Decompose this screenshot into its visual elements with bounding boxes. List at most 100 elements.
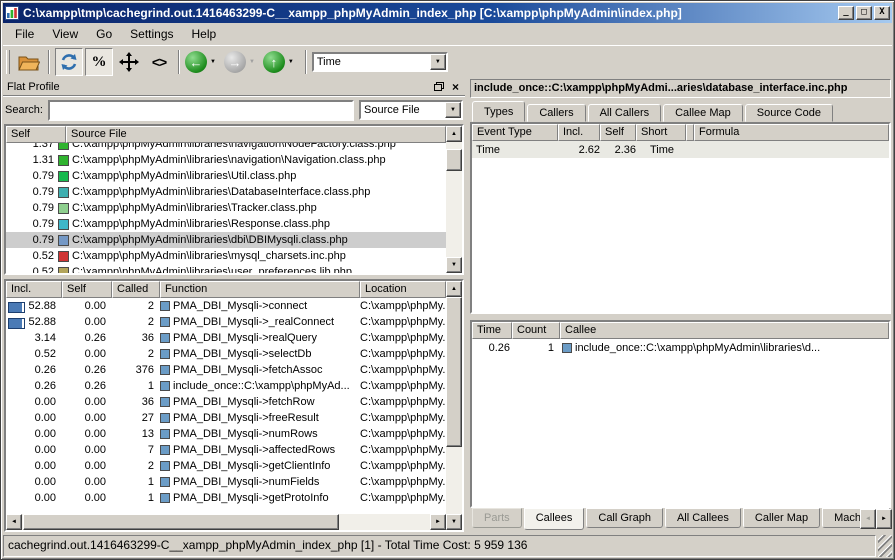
shorten-templates-button[interactable] bbox=[115, 48, 143, 76]
up-dropdown-caret-icon[interactable]: ▼ bbox=[288, 59, 294, 65]
source-file-row[interactable]: 0.79C:\xampp\phpMyAdmin\libraries\Databa… bbox=[6, 184, 446, 200]
tab-parts[interactable]: Parts bbox=[472, 508, 522, 528]
column-header-short[interactable]: Short bbox=[636, 124, 686, 141]
menu-view[interactable]: View bbox=[44, 24, 86, 44]
combobox-dropdown-icon[interactable]: ▼ bbox=[430, 54, 446, 70]
source-file-row[interactable]: 1.31C:\xampp\phpMyAdmin\libraries\naviga… bbox=[6, 152, 446, 168]
event-type-table: Event Type Incl. Self Short Formula Time… bbox=[470, 122, 891, 314]
source-table-scrollbar[interactable]: ▲ ▼ bbox=[446, 126, 462, 273]
function-row[interactable]: 0.000.0036PMA_DBI_Mysqli->fetchRowC:\xam… bbox=[6, 394, 446, 410]
column-header-incl[interactable]: Incl. bbox=[558, 124, 600, 141]
function-row[interactable]: 0.000.007PMA_DBI_Mysqli->affectedRowsC:\… bbox=[6, 442, 446, 458]
function-row[interactable]: 0.000.001PMA_DBI_Mysqli->numFieldsC:\xam… bbox=[6, 474, 446, 490]
menu-help[interactable]: Help bbox=[184, 24, 225, 44]
column-header-self[interactable]: Self bbox=[62, 281, 112, 298]
column-header-source-file[interactable]: Source File bbox=[66, 126, 446, 143]
source-file-row[interactable]: 0.79C:\xampp\phpMyAdmin\libraries\dbi\DB… bbox=[6, 232, 446, 248]
function-row[interactable]: 0.520.002PMA_DBI_Mysqli->selectDbC:\xamp… bbox=[6, 346, 446, 362]
maximize-button[interactable]: □ bbox=[856, 6, 872, 20]
tab-callees[interactable]: Callees bbox=[524, 508, 585, 530]
minimize-button[interactable]: _ bbox=[838, 6, 854, 20]
refresh-button[interactable] bbox=[55, 48, 83, 76]
function-table-scrollbar[interactable]: ▲ ▼ bbox=[446, 281, 462, 530]
up-button[interactable]: ↑ bbox=[263, 51, 285, 73]
function-row[interactable]: 0.000.001PMA_DBI_Mysqli->getProtoInfoC:\… bbox=[6, 490, 446, 506]
column-header-called[interactable]: Called bbox=[112, 281, 160, 298]
app-icon bbox=[5, 6, 19, 20]
title-bar[interactable]: C:\xampp\tmp\cachegrind.out.1416463299-C… bbox=[3, 3, 892, 23]
scrollbar-thumb[interactable] bbox=[446, 149, 462, 171]
function-row[interactable]: 0.000.002PMA_DBI_Mysqli->getClientInfoC:… bbox=[6, 458, 446, 474]
open-file-button[interactable] bbox=[15, 48, 43, 76]
function-row[interactable]: 0.000.0027PMA_DBI_Mysqli->freeResultC:\x… bbox=[6, 410, 446, 426]
combobox-dropdown-icon[interactable]: ▼ bbox=[445, 102, 461, 118]
column-header-incl[interactable]: Incl. bbox=[6, 281, 62, 298]
scroll-down-icon[interactable]: ▼ bbox=[446, 514, 462, 530]
scrollbar-thumb[interactable] bbox=[23, 514, 339, 530]
column-header-callee[interactable]: Callee bbox=[560, 322, 889, 339]
source-file-row[interactable]: 0.52C:\xampp\phpMyAdmin\libraries\mysql_… bbox=[6, 248, 446, 264]
column-header-time[interactable]: Time bbox=[472, 322, 512, 339]
menu-file[interactable]: File bbox=[7, 24, 42, 44]
resize-grip-icon[interactable] bbox=[878, 535, 892, 557]
scroll-up-icon[interactable]: ▲ bbox=[446, 126, 462, 142]
column-header-count[interactable]: Count bbox=[512, 322, 560, 339]
tab-callers[interactable]: Callers bbox=[527, 104, 585, 122]
scroll-right-icon[interactable]: ► bbox=[430, 514, 446, 530]
self-cost: 0.00 bbox=[62, 476, 112, 488]
callee-row[interactable]: 0.26 1 include_once::C:\xampp\phpMyAdmin… bbox=[472, 339, 889, 356]
back-button[interactable]: ← bbox=[185, 51, 207, 73]
tab-all-callees[interactable]: All Callees bbox=[665, 508, 741, 528]
column-header-self[interactable]: Self bbox=[600, 124, 636, 141]
incl-cost: 52.88 bbox=[6, 316, 62, 328]
function-row[interactable]: 52.880.002PMA_DBI_Mysqli->connectC:\xamp… bbox=[6, 298, 446, 314]
source-file-row[interactable]: 0.79C:\xampp\phpMyAdmin\libraries\Respon… bbox=[6, 216, 446, 232]
tab-all-callers[interactable]: All Callers bbox=[588, 104, 662, 122]
column-header-self[interactable]: Self bbox=[6, 126, 66, 143]
scroll-left-icon[interactable]: ◄ bbox=[6, 514, 22, 530]
column-header-location[interactable]: Location bbox=[360, 281, 446, 298]
forward-dropdown-caret-icon[interactable]: ▼ bbox=[249, 59, 255, 65]
forward-button[interactable]: → bbox=[224, 51, 246, 73]
menu-go[interactable]: Go bbox=[88, 24, 120, 44]
tab-caller-map[interactable]: Caller Map bbox=[743, 508, 820, 528]
tab-callee-map[interactable]: Callee Map bbox=[663, 104, 743, 122]
function-row[interactable]: 3.140.2636PMA_DBI_Mysqli->realQueryC:\xa… bbox=[6, 330, 446, 346]
column-header-formula[interactable]: Formula bbox=[694, 124, 889, 141]
self-cost: 0.00 bbox=[62, 444, 112, 456]
column-header-event-type[interactable]: Event Type bbox=[472, 124, 558, 141]
source-file-row[interactable]: 0.79C:\xampp\phpMyAdmin\libraries\Tracke… bbox=[6, 200, 446, 216]
function-row[interactable]: 0.260.261include_once::C:\xampp\phpMyAd.… bbox=[6, 378, 446, 394]
tab-source-code[interactable]: Source Code bbox=[745, 104, 833, 122]
function-row[interactable]: 0.260.26376PMA_DBI_Mysqli->fetchAssocC:\… bbox=[6, 362, 446, 378]
back-dropdown-caret-icon[interactable]: ▼ bbox=[210, 59, 216, 65]
scroll-up-icon[interactable]: ▲ bbox=[446, 281, 462, 297]
function-row[interactable]: 52.880.002PMA_DBI_Mysqli->_realConnectC:… bbox=[6, 314, 446, 330]
grouping-combobox[interactable]: Source File ▼ bbox=[359, 100, 463, 120]
expand-collapse-button[interactable]: <> bbox=[145, 48, 173, 76]
dock-close-icon[interactable]: × bbox=[452, 80, 459, 94]
search-input[interactable] bbox=[48, 100, 354, 121]
event-type-row[interactable]: Time 2.62 2.36 Time bbox=[472, 141, 889, 158]
tab-call-graph[interactable]: Call Graph bbox=[586, 508, 663, 528]
tab-scroll-right-icon[interactable]: ► bbox=[876, 509, 892, 529]
tab-scroll-left-icon[interactable]: ◄ bbox=[860, 509, 876, 529]
relative-percent-button[interactable]: % bbox=[85, 48, 113, 76]
toolbar-handle[interactable] bbox=[6, 50, 10, 74]
menu-settings[interactable]: Settings bbox=[122, 24, 181, 44]
close-button[interactable]: X bbox=[874, 6, 890, 20]
source-file-row[interactable]: 0.79C:\xampp\phpMyAdmin\libraries\Util.c… bbox=[6, 168, 446, 184]
function-row[interactable]: 0.000.0013PMA_DBI_Mysqli->numRowsC:\xamp… bbox=[6, 426, 446, 442]
source-file-row[interactable]: 1.37C:\xampp\phpMyAdmin\libraries\naviga… bbox=[6, 143, 446, 152]
source-file-row[interactable]: 0.52C:\xampp\phpMyAdmin\libraries\user_p… bbox=[6, 264, 446, 273]
scroll-down-icon[interactable]: ▼ bbox=[446, 257, 462, 273]
tab-types[interactable]: Types bbox=[472, 101, 525, 122]
event-type-combobox[interactable]: Time ▼ bbox=[312, 52, 448, 72]
scrollbar-thumb[interactable] bbox=[446, 297, 462, 447]
function-name-cell: PMA_DBI_Mysqli->numFields bbox=[160, 476, 360, 488]
dock-title-bar[interactable]: Flat Profile × bbox=[3, 78, 465, 96]
column-header-function[interactable]: Function bbox=[160, 281, 360, 298]
function-color-swatch bbox=[160, 445, 170, 455]
function-table-hscrollbar[interactable]: ◄ ► bbox=[6, 514, 446, 530]
dock-float-icon[interactable] bbox=[434, 82, 444, 91]
